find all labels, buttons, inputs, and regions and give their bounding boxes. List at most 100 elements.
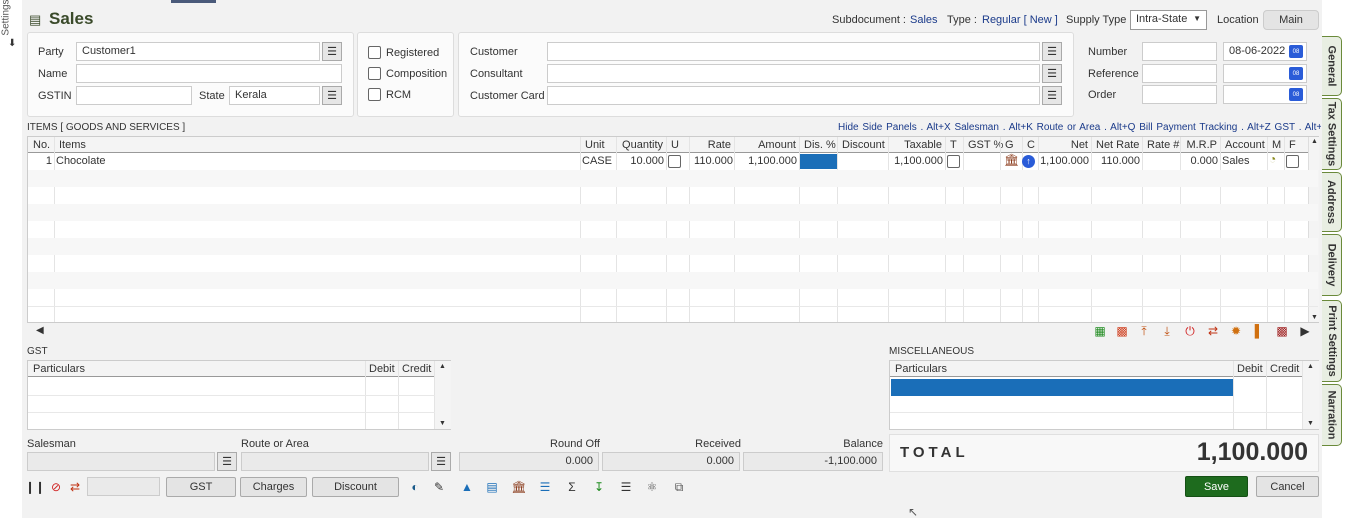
- route-list-button[interactable]: ☰: [431, 452, 451, 471]
- name-label: Name: [38, 68, 68, 80]
- charges-button[interactable]: Charges: [240, 477, 307, 497]
- info-icon[interactable]: ↑: [1022, 155, 1035, 168]
- tab-delivery[interactable]: Delivery: [1322, 234, 1342, 296]
- keyboard-shortcuts-bar[interactable]: Hide Side Panels . Alt+X Salesman . Alt+…: [838, 122, 1321, 133]
- globe-icon[interactable]: ⚛: [643, 478, 661, 496]
- swap-icon[interactable]: ⇄: [66, 478, 84, 496]
- copy-icon[interactable]: ⧉: [670, 478, 688, 496]
- party-input[interactable]: Customer1: [76, 42, 320, 61]
- f-checkbox[interactable]: [1286, 155, 1299, 168]
- rcm-checkbox[interactable]: [368, 88, 381, 101]
- cell-account[interactable]: Sales: [1222, 155, 1266, 167]
- power-icon[interactable]: ⏻: [1181, 322, 1199, 340]
- calendar-icon[interactable]: 08: [1289, 88, 1303, 101]
- type-value[interactable]: Regular [ New ]: [982, 14, 1058, 26]
- document-list-icon[interactable]: ☰: [536, 478, 554, 496]
- reference-input[interactable]: [1142, 64, 1217, 83]
- bank-icon[interactable]: 🏛: [1004, 153, 1019, 167]
- discount-button[interactable]: Discount: [312, 477, 399, 497]
- number-input[interactable]: [1142, 42, 1217, 61]
- customer-card-input[interactable]: [547, 86, 1040, 105]
- name-input[interactable]: [76, 64, 342, 83]
- registered-checkbox[interactable]: [368, 46, 381, 59]
- cell-net-rate[interactable]: 110.000: [1093, 155, 1140, 167]
- order-input[interactable]: [1142, 85, 1217, 104]
- gst-scrollbar[interactable]: ▲ ▼: [435, 361, 451, 429]
- list-icon: ☰: [1047, 68, 1057, 80]
- consultant-input[interactable]: [547, 64, 1040, 83]
- col-header-quantity: Quantity: [622, 139, 663, 151]
- misc-scrollbar[interactable]: ▲ ▼: [1303, 361, 1319, 429]
- tab-narration[interactable]: Narration: [1322, 384, 1342, 446]
- cell-no[interactable]: 1: [30, 155, 52, 167]
- calendar-icon[interactable]: 08: [1289, 45, 1303, 58]
- toggle-icon[interactable]: ◐: [406, 478, 424, 496]
- location-button[interactable]: Main: [1263, 10, 1319, 30]
- route-label: Route or Area: [241, 438, 309, 450]
- import-icon[interactable]: ↧: [590, 478, 608, 496]
- items-vertical-scrollbar[interactable]: ▲ ▼: [1308, 137, 1319, 322]
- cell-amount[interactable]: 1,100.000: [736, 155, 797, 167]
- move-top-icon[interactable]: ⤒: [1135, 322, 1153, 340]
- customer-list-button[interactable]: ☰: [1042, 42, 1062, 61]
- bar-chart-icon[interactable]: ▌: [1250, 322, 1268, 340]
- scroll-left-icon[interactable]: ◀: [36, 325, 44, 336]
- list-icon: ☰: [222, 456, 232, 468]
- calendar-icon[interactable]: 08: [1289, 67, 1303, 80]
- edit-icon[interactable]: ✎: [430, 478, 448, 496]
- cell-rate[interactable]: 110.000: [691, 155, 733, 167]
- subdocument-value[interactable]: Sales: [910, 14, 938, 26]
- bank-icon[interactable]: 🏛: [510, 478, 528, 496]
- tab-general[interactable]: General: [1322, 36, 1342, 96]
- customer-card-list-button[interactable]: ☰: [1042, 86, 1062, 105]
- state-list-button[interactable]: ☰: [322, 86, 342, 105]
- number-label: Number: [1088, 46, 1128, 58]
- excel-icon[interactable]: ▦: [1091, 322, 1109, 340]
- salesman-list-button[interactable]: ☰: [217, 452, 237, 471]
- selected-cell[interactable]: [799, 154, 837, 169]
- cancel-button[interactable]: Cancel: [1256, 476, 1319, 497]
- state-input[interactable]: Kerala: [229, 86, 320, 105]
- tab-address[interactable]: Address: [1322, 172, 1342, 232]
- t-checkbox[interactable]: [947, 155, 960, 168]
- print-icon[interactable]: ▩: [1273, 322, 1291, 340]
- party-list-button[interactable]: ☰: [322, 42, 342, 61]
- customer-input[interactable]: [547, 42, 1040, 61]
- col-header-mrp: M.R.P: [1186, 139, 1217, 151]
- grid-color-icon[interactable]: ▩: [1113, 322, 1131, 340]
- next-icon[interactable]: ▶: [1296, 322, 1314, 340]
- gst-button[interactable]: GST: [166, 477, 236, 497]
- swap-icon[interactable]: ⇄: [1204, 322, 1222, 340]
- no-entry-icon[interactable]: ⊘: [47, 478, 65, 496]
- save-button[interactable]: Save: [1185, 476, 1248, 497]
- u-checkbox[interactable]: [668, 155, 681, 168]
- navigate-icon[interactable]: ▲: [458, 478, 476, 496]
- list-icon: ☰: [436, 456, 446, 468]
- barcode-input[interactable]: [87, 477, 160, 496]
- composition-checkbox[interactable]: [368, 67, 381, 80]
- cell-mrp[interactable]: 0.000: [1182, 155, 1218, 167]
- cell-net[interactable]: 1,100.000: [1040, 155, 1089, 167]
- supply-type-select[interactable]: Intra-State ▼: [1130, 10, 1207, 30]
- menu-icon[interactable]: ☰: [617, 478, 635, 496]
- cell-unit[interactable]: CASE: [582, 155, 616, 167]
- cell-taxable[interactable]: 1,100.000: [890, 155, 943, 167]
- sum-icon[interactable]: Σ: [563, 478, 581, 496]
- misc-selected-row[interactable]: [891, 379, 1233, 396]
- tab-print-settings[interactable]: Print Settings: [1322, 300, 1342, 382]
- cell-item[interactable]: Chocolate: [56, 155, 254, 167]
- pie-icon[interactable]: ◔: [1269, 152, 1276, 166]
- roundoff-input[interactable]: 0.000: [459, 452, 599, 471]
- route-input[interactable]: [241, 452, 429, 471]
- chart-icon[interactable]: ▤: [483, 478, 501, 496]
- document-icon: ▤: [29, 12, 42, 27]
- tab-tax-settings[interactable]: Tax Settings: [1322, 98, 1342, 170]
- received-input[interactable]: 0.000: [602, 452, 740, 471]
- cell-quantity[interactable]: 10.000: [618, 155, 664, 167]
- consultant-list-button[interactable]: ☰: [1042, 64, 1062, 83]
- gstin-input[interactable]: [76, 86, 192, 105]
- settings-sun-icon[interactable]: ✹: [1227, 322, 1245, 340]
- move-bottom-icon[interactable]: ⤓: [1158, 322, 1176, 340]
- barcode-icon[interactable]: ❙❙: [25, 478, 45, 496]
- salesman-input[interactable]: [27, 452, 215, 471]
